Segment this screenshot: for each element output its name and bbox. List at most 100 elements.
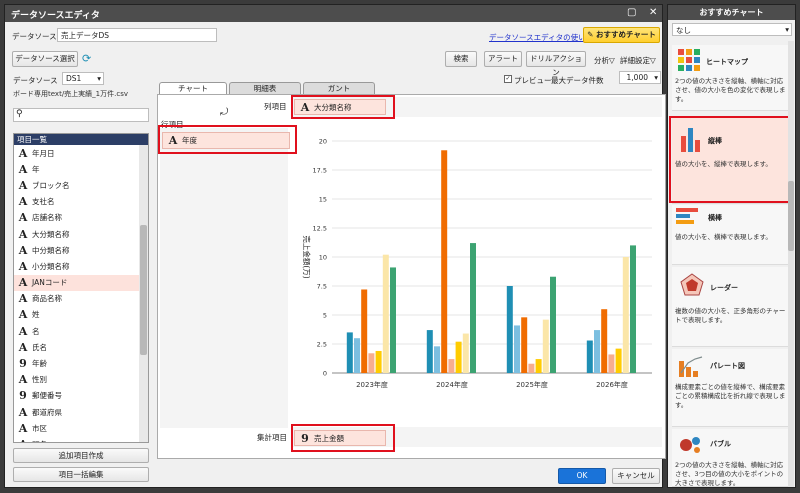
field-list-item[interactable]: A 氏名: [14, 339, 148, 355]
row-zone[interactable]: [160, 128, 288, 428]
panel-scrollbar[interactable]: [788, 41, 794, 487]
text-field-icon: A: [17, 438, 29, 442]
window-title: データソースエディタ: [5, 5, 662, 22]
refresh-icon[interactable]: ⟳: [82, 52, 91, 65]
text-field-icon: A: [18, 308, 28, 322]
card-title: 横棒: [708, 214, 722, 222]
bar: [615, 348, 622, 373]
max-rows-select[interactable]: 1,000 ▾: [619, 71, 661, 84]
bar: [375, 350, 382, 373]
chevron-down-icon: ▾: [654, 73, 658, 82]
text-field-icon: A: [18, 373, 28, 387]
field-list-item[interactable]: A 商品名称: [14, 291, 148, 307]
field-list-item[interactable]: A 支社名: [14, 194, 148, 210]
maximize-icon[interactable]: ▢: [627, 7, 636, 18]
text-field-icon: A: [18, 276, 28, 290]
x-tick-label: 2023年度: [356, 380, 388, 389]
search-button[interactable]: 検索: [445, 51, 477, 67]
field-list-item[interactable]: A JANコード: [14, 274, 148, 291]
bar: [470, 243, 476, 373]
card-pareto[interactable]: パレート図 構成要素ごとの値を縦棒で、構成要素ごとの累積構成比を折れ線で表現しま…: [672, 349, 790, 427]
card-desc: 構成要素ごとの値を縦棒で、構成要素ごとの累積構成比を折れ線で表現します。: [675, 383, 786, 409]
help-link[interactable]: データソースエディタの使い方: [489, 32, 593, 43]
field-list-item[interactable]: A姓: [14, 307, 148, 323]
field-list-item[interactable]: A 中分類名称: [14, 242, 148, 258]
text-field-icon: A: [18, 405, 28, 419]
field-name: 年齢: [32, 359, 47, 369]
card-heatmap[interactable]: ヒートマップ 2つの値の大きさを縦軸、横軸に対応させ、値の大小を色の変化で表現し…: [672, 45, 790, 111]
field-list-item[interactable]: A 市区: [14, 420, 148, 436]
numeric-field-icon: 9: [19, 389, 27, 403]
agg-zone-label: 集計項目: [257, 433, 287, 442]
card-desc: 2つの値の大きさを縦軸、横軸に対応させ、値の大小を色の変化で表現します。: [675, 77, 786, 103]
radar-icon: [680, 273, 704, 296]
field-list-item[interactable]: A年: [14, 161, 148, 177]
cancel-button[interactable]: キャンセル: [612, 468, 660, 484]
swap-axes-icon[interactable]: ⤾: [220, 107, 228, 118]
field-list-item[interactable]: A 都道府県: [14, 404, 148, 420]
field-list-item[interactable]: A町名: [14, 436, 148, 442]
field-list-item[interactable]: 9 年齢: [14, 355, 148, 371]
field-list-item[interactable]: A名: [14, 323, 148, 339]
field-list-scrollbar[interactable]: [139, 145, 148, 442]
field-search-input[interactable]: ⚲: [13, 108, 149, 122]
chart-filter-select[interactable]: なし ▾: [672, 23, 792, 36]
field-list-item[interactable]: A 年月日: [14, 145, 148, 161]
ds-name-value: 売上データDS: [61, 31, 110, 40]
preview-label: プレビュー: [514, 76, 552, 85]
chevron-down-icon: ▾: [97, 74, 101, 83]
add-field-button[interactable]: 追加項目作成: [13, 448, 149, 463]
drill-action-button[interactable]: ドリルアクション: [526, 51, 586, 77]
select-datasource-button[interactable]: データソース選択: [12, 51, 78, 67]
bar: [528, 363, 535, 373]
numeric-field-icon: 9: [19, 357, 27, 371]
card-bubble[interactable]: バブル 2つの値の大きさを縦軸、横軸に対応させ、3つ目の値の大小をポイントの大き…: [672, 429, 790, 487]
field-list-item[interactable]: A ブロック名: [14, 177, 148, 193]
x-tick-label: 2024年度: [436, 380, 468, 389]
datasource-select[interactable]: DS1 ▾: [62, 72, 104, 85]
alert-button[interactable]: アラート: [484, 51, 522, 67]
field-name: 店舗名称: [32, 213, 62, 223]
datasource-editor-dialog: データソースエディタ ▢ ✕ データソース名 売上データDS データソースエディ…: [4, 4, 666, 488]
field-list-item[interactable]: A 性別: [14, 372, 148, 388]
text-field-icon: A: [18, 211, 28, 225]
ok-button[interactable]: OK: [558, 468, 606, 484]
field-list-item[interactable]: 9 郵便番号: [14, 388, 148, 404]
search-icon: ⚲: [16, 109, 23, 119]
text-field-icon: A: [18, 162, 28, 176]
wand-icon: ✎: [587, 30, 596, 39]
ds-name-input[interactable]: 売上データDS: [57, 28, 217, 42]
field-name: 性別: [32, 375, 47, 385]
field-list-header: 項目一覧: [14, 134, 148, 145]
text-field-icon: A: [18, 146, 28, 160]
analysis-menu[interactable]: 分析▽: [594, 55, 615, 66]
bar: [354, 338, 360, 373]
field-name: 氏名: [32, 342, 47, 352]
field-list-item[interactable]: A 店舗名称: [14, 210, 148, 226]
y-tick-label: 15: [319, 196, 327, 204]
x-tick-label: 2025年度: [516, 380, 548, 389]
recommend-chart-button[interactable]: ✎ おすすめチャート: [583, 27, 660, 43]
card-horizontal-bar[interactable]: 横棒 値の大小を、横棒で表現します。: [672, 205, 790, 265]
field-list-item[interactable]: A 小分類名称: [14, 258, 148, 274]
horizontal-bar-icon: [676, 208, 698, 224]
field-list-item[interactable]: A 大分類名称: [14, 226, 148, 242]
chevron-down-icon: ▾: [785, 25, 789, 34]
bar: [535, 359, 542, 373]
field-name: 大分類名称: [32, 229, 70, 239]
bulk-edit-button[interactable]: 項目一括編集: [13, 467, 149, 482]
text-field-icon: A: [18, 178, 28, 192]
preview-checkbox[interactable]: ✓: [504, 75, 512, 83]
detail-settings-menu[interactable]: 詳細設定▽: [620, 55, 656, 66]
y-tick-label: 17.5: [313, 167, 327, 175]
datasource-value: DS1: [66, 74, 82, 83]
field-name: JANコード: [32, 278, 68, 288]
bar: [434, 346, 440, 373]
close-icon[interactable]: ✕: [649, 7, 657, 18]
text-field-icon: A: [18, 259, 28, 273]
field-list[interactable]: 項目一覧 A 年月日 A 年 A ブロック名 A 支社名 A 店舗名称 A 大分類名称 A 中分類名称 A 小…: [13, 133, 149, 443]
y-tick-label: 0: [323, 370, 327, 378]
y-tick-label: 7.5: [317, 283, 327, 291]
card-radar[interactable]: レーダー 複数の値の大小を、正多角形のチャートで表現します。: [672, 267, 790, 347]
bar: [550, 276, 556, 373]
